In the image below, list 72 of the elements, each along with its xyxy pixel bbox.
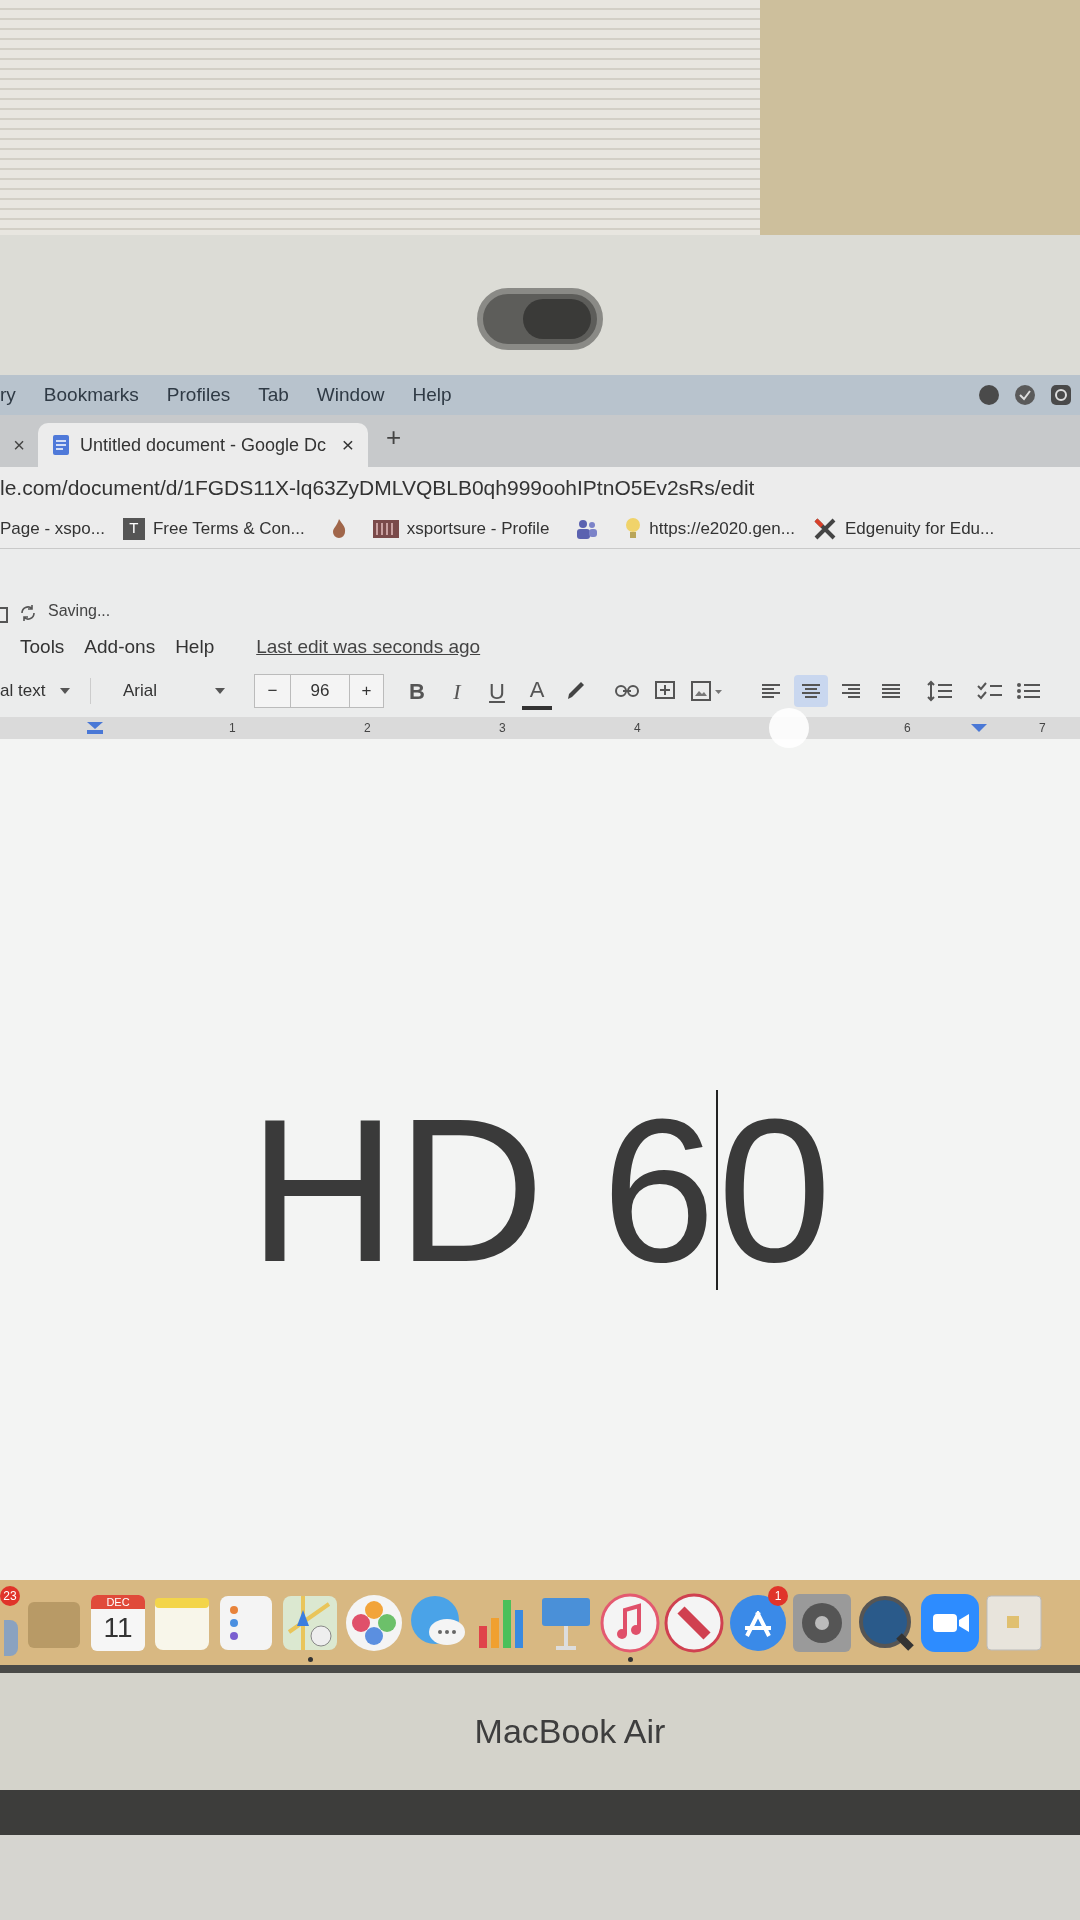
paragraph-style-dropdown[interactable]: al text (0, 678, 90, 704)
video-camera-icon[interactable] (919, 1591, 981, 1654)
document-icon (52, 434, 70, 456)
add-comment-icon[interactable] (654, 680, 676, 702)
checklist-icon[interactable] (976, 680, 1004, 702)
bookmark-icon: T (122, 517, 145, 540)
bookmark-link[interactable]: Page - xspo... (0, 515, 105, 542)
calendar-day: 11 (103, 1608, 133, 1647)
increase-size-button[interactable]: + (349, 675, 383, 707)
bookmark-link[interactable]: Free Terms & Con... (152, 515, 305, 542)
tab-close-button[interactable]: × (341, 429, 354, 461)
line-spacing-icon[interactable] (926, 679, 954, 703)
ruler-number: 4 (634, 720, 641, 737)
calendar-icon[interactable]: DEC 11 (91, 1594, 145, 1651)
url-text[interactable]: le.com/document/d/1FGDS11X-lq63ZyDMLVQBLB0qh999oohIPtnO5Ev2sRs/edit (0, 472, 755, 504)
align-center-button[interactable] (794, 675, 828, 707)
caret-icon (214, 687, 226, 695)
document-text: 0 (717, 1087, 832, 1292)
status-icon[interactable] (1014, 384, 1036, 406)
sync-icon (18, 603, 38, 623)
menu-item[interactable]: Help (175, 632, 215, 662)
ruler-number: 2 (364, 720, 371, 737)
ruler-number: 7 (1039, 720, 1046, 737)
ruler-number: 1 (229, 720, 236, 737)
tab-title: Untitled document - Google Dc (80, 433, 327, 457)
indent-marker-icon[interactable] (86, 721, 104, 735)
bold-button[interactable]: B (402, 674, 432, 708)
italic-button[interactable]: I (442, 674, 472, 708)
document-icon (0, 607, 8, 623)
light-bulb-icon (625, 516, 642, 541)
ruler-number: 6 (904, 720, 911, 737)
underline-button[interactable]: U (482, 674, 512, 708)
notification-badge: 1 (768, 1586, 788, 1606)
bookmark-link[interactable]: Edgenuity for Edu... (844, 515, 995, 542)
music-note-icon[interactable] (599, 1591, 661, 1654)
calendar-month: DEC (91, 1594, 145, 1609)
bookmark-icon[interactable] (575, 517, 600, 540)
menu-item[interactable]: Bookmarks (43, 380, 139, 410)
image-icon[interactable] (690, 680, 724, 702)
indent-marker-icon[interactable] (970, 723, 988, 733)
saving-status: Saving... (48, 601, 111, 621)
bulleted-list-icon[interactable] (1016, 680, 1042, 702)
news-icon[interactable] (663, 1591, 725, 1654)
tab-close-button[interactable]: × (13, 430, 25, 460)
laptop-model-label: MacBook Air (473, 1711, 666, 1752)
new-tab-button[interactable]: + (386, 418, 402, 457)
menu-item[interactable]: Tab (258, 380, 289, 410)
gear-icon[interactable] (791, 1591, 853, 1654)
text-color-button[interactable]: A (522, 672, 552, 710)
decrease-size-button[interactable]: − (255, 675, 291, 707)
bookmark-link[interactable]: xsportsure - Profile (406, 515, 550, 542)
menu-item[interactable]: Add-ons (84, 632, 156, 662)
browser-tab[interactable]: Untitled document - Google Dc × (38, 423, 368, 467)
striped-logo-icon (372, 519, 399, 538)
menu-item[interactable]: Tools (20, 632, 65, 662)
ruler-number: 3 (499, 720, 506, 737)
notification-badge: 23 (0, 1586, 20, 1606)
last-edit-link[interactable]: Last edit was seconds ago (256, 632, 481, 662)
menu-item[interactable]: Help (412, 380, 452, 410)
bookmark-link[interactable]: https://e2020.gen... (649, 515, 795, 542)
status-icon[interactable] (978, 384, 1000, 406)
cross-icon (812, 516, 837, 541)
font-dropdown[interactable]: Arial (90, 678, 230, 704)
status-icon[interactable] (1050, 384, 1072, 406)
menu-item[interactable]: Window (316, 380, 385, 410)
link-icon[interactable] (614, 682, 640, 700)
document-text: HD 6 (248, 1087, 716, 1292)
font-size-field[interactable]: 96 (291, 678, 349, 704)
bookmark-icon[interactable] (330, 517, 347, 540)
caret-icon (59, 687, 72, 695)
menu-item[interactable]: Profiles (166, 380, 231, 410)
menu-item[interactable]: ry (0, 380, 16, 410)
